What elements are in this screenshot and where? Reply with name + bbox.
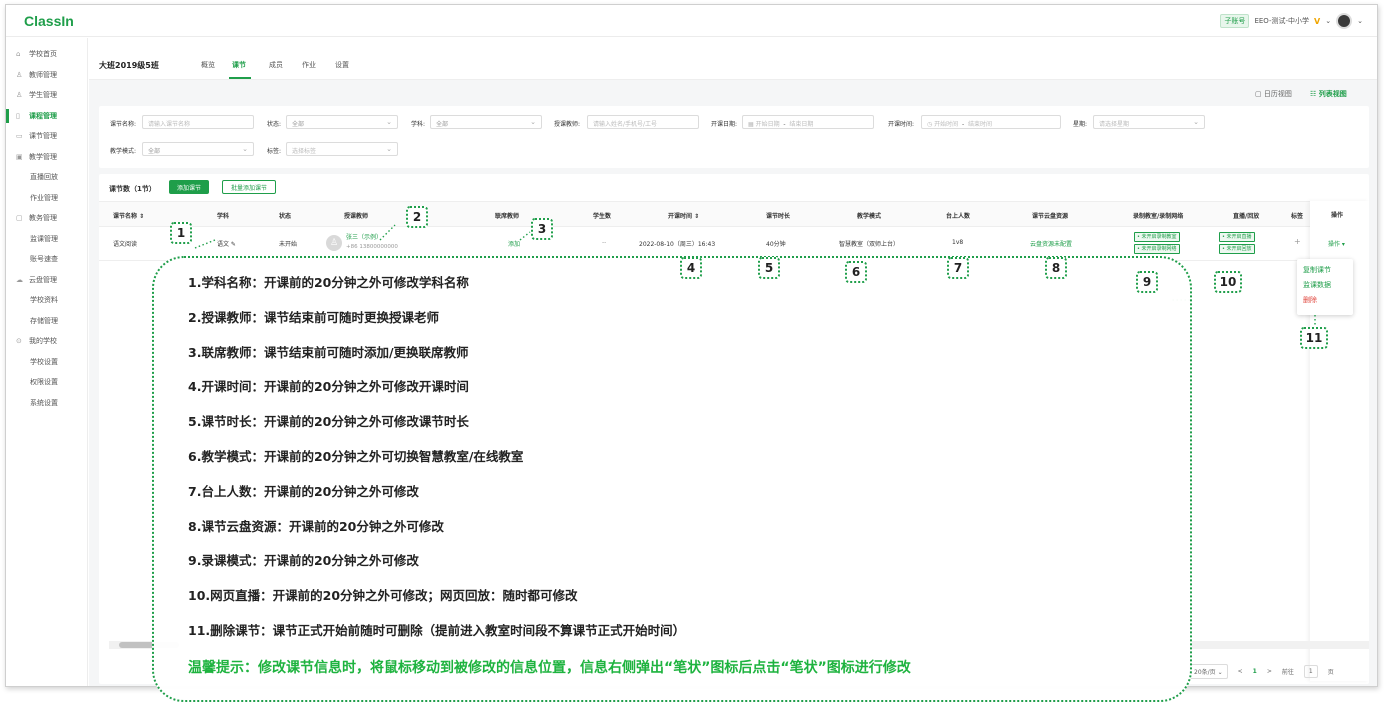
callout-line: 6.教学模式：开课前的20分钟之外可切换智慧教室/在线教室: [188, 448, 524, 464]
callout-line: 5.课节时长：开课前的20分钟之外可修改课节时长: [188, 414, 469, 430]
connector-line: [379, 224, 396, 241]
marker-7: 7: [947, 257, 969, 279]
connector-line: [519, 231, 531, 241]
callout-line: 9.录课模式：开课前的20分钟之外可修改: [188, 553, 419, 569]
marker-11: 11: [1300, 327, 1328, 349]
marker-6: 6: [845, 261, 867, 283]
marker-3: 3: [531, 218, 553, 240]
connector-line: [194, 239, 216, 249]
callout-line: 7.台上人数：开课前的20分钟之外可修改: [188, 483, 419, 499]
marker-5: 5: [758, 257, 780, 279]
marker-4: 4: [680, 257, 702, 279]
marker-9: 9: [1136, 271, 1158, 293]
callout-line: 3.联席教师：课节结束前可随时添加/更换联席教师: [188, 344, 469, 360]
callout-line: 11.删除课节：课节正式开始前随时可删除（提前进入教室时间段不算课节正式开始时间…: [188, 622, 686, 638]
callout-line: 4.开课时间：开课前的20分钟之外可修改开课时间: [188, 379, 469, 395]
marker-2: 2: [406, 206, 428, 228]
callout-tip: 温馨提示：修改课节信息时，将鼠标移动到被修改的信息位置，信息右侧弹出“笔状”图标…: [188, 659, 911, 676]
explanation-callout: 1.学科名称：开课前的20分钟之外可修改学科名称 2.授课教师：课节结束前可随时更…: [152, 256, 1192, 702]
marker-10: 10: [1214, 271, 1242, 293]
callout-line: 10.网页直播：开课前的20分钟之外可修改；网页回放：随时都可修改: [188, 588, 578, 604]
marker-8: 8: [1045, 257, 1067, 279]
callout-line: 8.课节云盘资源：开课前的20分钟之外可修改: [188, 518, 444, 534]
marker-1: 1: [170, 222, 192, 244]
callout-line: 2.授课教师：课节结束前可随时更换授课老师: [188, 309, 439, 325]
